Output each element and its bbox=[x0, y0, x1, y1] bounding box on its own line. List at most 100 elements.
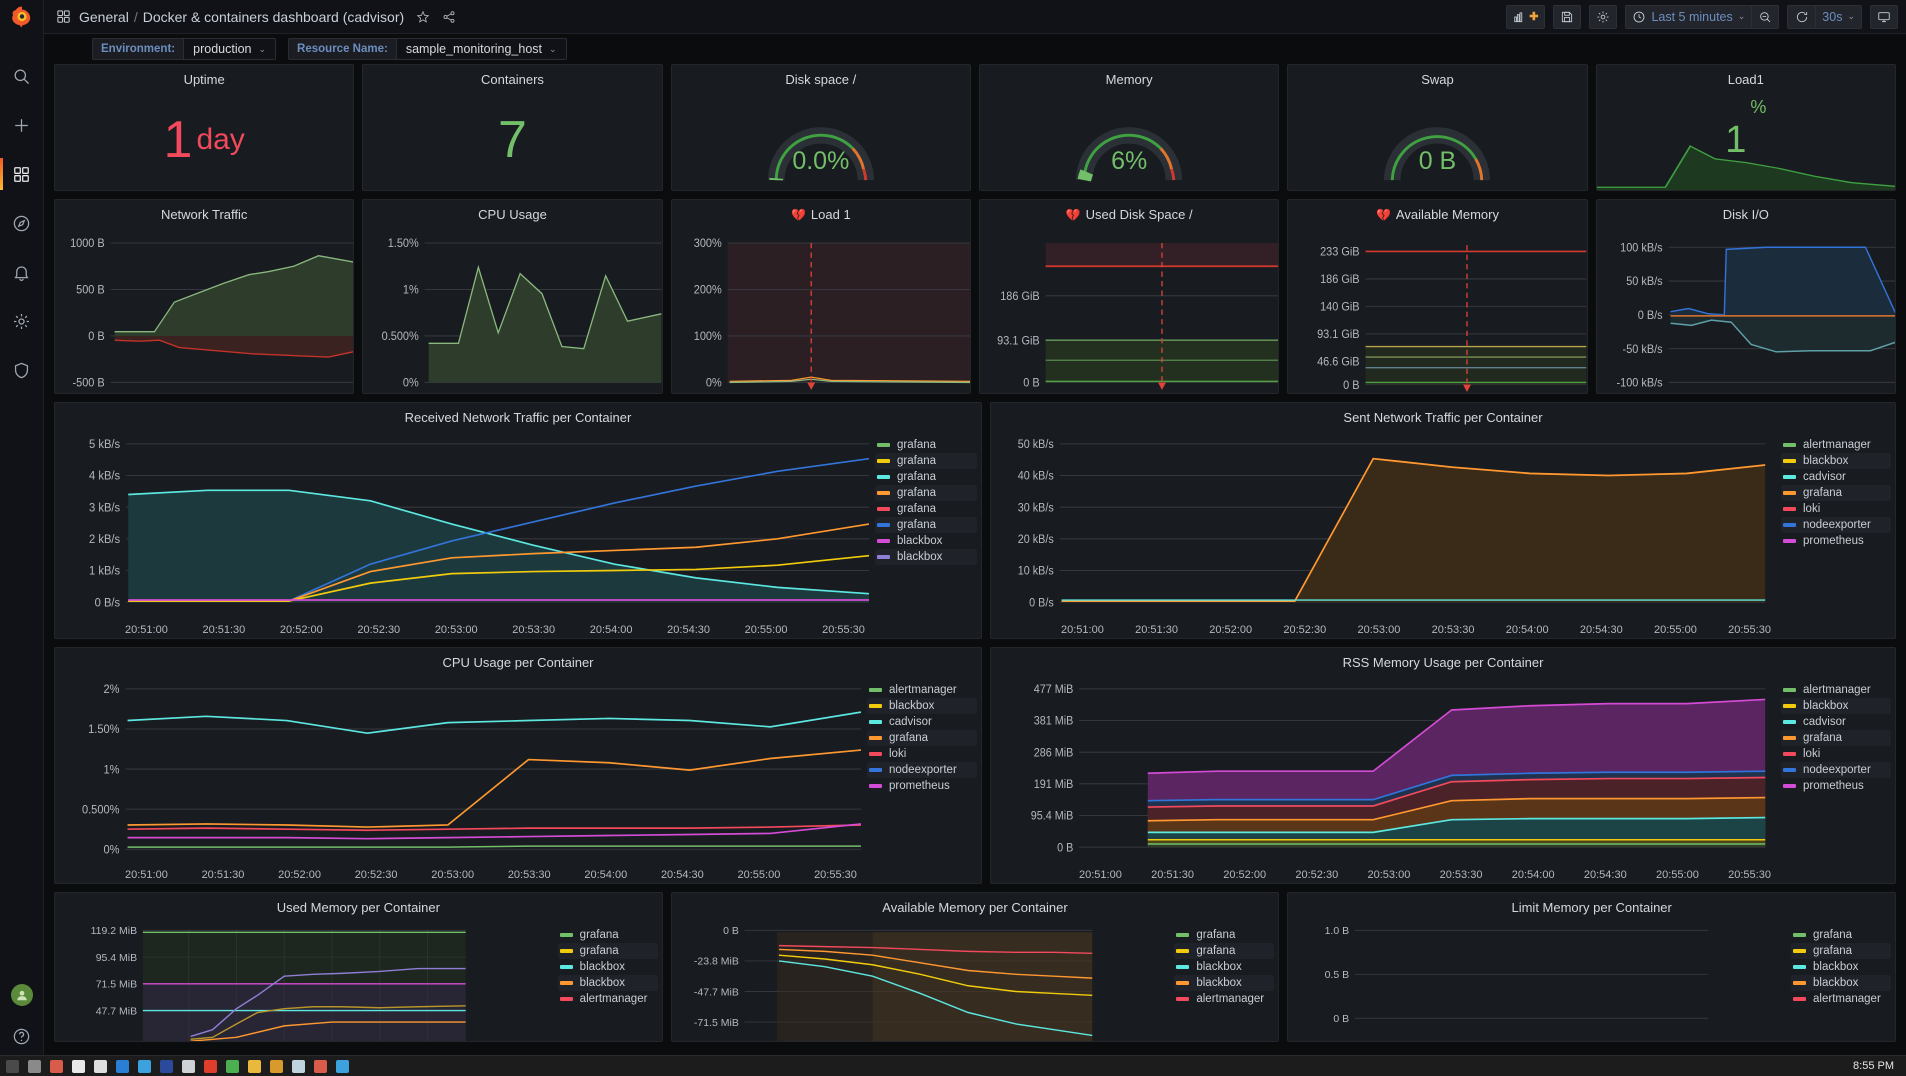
legend-item[interactable]: grafana bbox=[867, 730, 977, 746]
taskbar-icon-app-3[interactable] bbox=[50, 1059, 63, 1073]
legend-item[interactable]: alertmanager bbox=[1781, 437, 1891, 453]
taskbar-icon-app-11[interactable] bbox=[226, 1059, 239, 1073]
page-title[interactable]: Docker & containers dashboard (cadvisor) bbox=[143, 9, 404, 25]
legend-item[interactable]: grafana bbox=[875, 469, 977, 485]
add-panel-button[interactable]: ✚ bbox=[1506, 4, 1546, 29]
legend-item[interactable]: grafana bbox=[557, 943, 658, 959]
legend-item[interactable]: blackbox bbox=[1174, 975, 1275, 991]
avatar[interactable] bbox=[10, 984, 33, 1006]
legend-item[interactable]: blackbox bbox=[1174, 959, 1274, 975]
panel-limit-memory-per-container[interactable]: Limit Memory per Container 1.0 B 0.5 B 0… bbox=[1287, 892, 1897, 1042]
panel-uptime[interactable]: Uptime 1 day bbox=[54, 64, 355, 191]
panel-load1[interactable]: Load1 1 % bbox=[1595, 64, 1896, 191]
taskbar-icon-app-1[interactable] bbox=[6, 1059, 19, 1073]
legend-item[interactable]: grafana bbox=[1174, 927, 1274, 943]
panel-sent-network-traffic-per-container[interactable]: Sent Network Traffic per Container 50 kB… bbox=[990, 402, 1896, 639]
taskbar-icon-app-9[interactable] bbox=[182, 1059, 195, 1073]
legend-item[interactable]: grafana bbox=[1174, 943, 1275, 959]
legend-item[interactable]: prometheus bbox=[1781, 533, 1891, 549]
taskbar-icon-app-7[interactable] bbox=[138, 1059, 151, 1073]
variable-resource-name-select[interactable]: sample_monitoring_host ⌄ bbox=[395, 38, 567, 60]
panel-received-network-traffic-per-container[interactable]: Received Network Traffic per Container 5… bbox=[54, 402, 982, 639]
breadcrumb-folder[interactable]: General bbox=[79, 9, 129, 25]
legend-item[interactable]: grafana bbox=[1781, 485, 1891, 501]
legend-item[interactable]: cadvisor bbox=[867, 714, 977, 730]
panel-available-memory-per-container[interactable]: Available Memory per Container 0 B -23.8… bbox=[670, 892, 1280, 1042]
legend-item[interactable]: prometheus bbox=[1781, 778, 1891, 794]
legend-item[interactable]: grafana bbox=[875, 517, 977, 533]
sidebar-item-configuration[interactable] bbox=[0, 307, 44, 335]
taskbar-icon-app-10[interactable] bbox=[204, 1059, 217, 1073]
kiosk-mode-button[interactable] bbox=[1870, 4, 1898, 29]
share-icon[interactable] bbox=[442, 10, 456, 24]
legend-item[interactable]: blackbox bbox=[1791, 975, 1892, 991]
panel-rss-memory-usage-per-container[interactable]: RSS Memory Usage per Container 477 MiB 3… bbox=[990, 647, 1896, 884]
panel-swap[interactable]: Swap 0 B bbox=[1287, 64, 1588, 191]
panel-load-1-alert[interactable]: 💔 Load 1 300% 200% 100% 0% bbox=[670, 199, 971, 394]
legend-item[interactable]: grafana bbox=[875, 453, 977, 469]
legend-item[interactable]: alertmanager bbox=[1781, 682, 1891, 698]
legend-item[interactable]: grafana bbox=[558, 927, 658, 943]
legend-item[interactable]: blackbox bbox=[1781, 453, 1891, 469]
panel-disk-space-root[interactable]: Disk space / 0.0% bbox=[670, 64, 971, 191]
panel-available-memory-alert[interactable]: 💔 Available Memory 233 GiB 186 GiB 140 G… bbox=[1287, 199, 1588, 394]
legend-item[interactable]: blackbox bbox=[1781, 698, 1891, 714]
legend-item[interactable]: cadvisor bbox=[1781, 714, 1891, 730]
legend-item[interactable]: grafana bbox=[1791, 943, 1892, 959]
taskbar-icon-app-15[interactable] bbox=[314, 1059, 327, 1073]
panel-network-traffic[interactable]: Network Traffic 1000 B 500 B 0 B -500 B bbox=[54, 199, 355, 394]
panel-cpu-usage[interactable]: CPU Usage 1.50% 1% 0.500% 0% bbox=[362, 199, 663, 394]
panel-containers[interactable]: Containers 7 bbox=[362, 64, 663, 191]
legend-item[interactable]: nodeexporter bbox=[1781, 762, 1891, 778]
panel-memory[interactable]: Memory 6% bbox=[978, 64, 1280, 191]
legend-item[interactable]: grafana bbox=[875, 501, 977, 517]
sidebar-item-explore[interactable] bbox=[0, 209, 44, 237]
taskbar-icon-app-5[interactable] bbox=[94, 1059, 107, 1073]
zoom-out-time-button[interactable] bbox=[1751, 4, 1780, 29]
sidebar-item-create[interactable] bbox=[0, 111, 44, 139]
taskbar-icon-app-6[interactable] bbox=[116, 1059, 129, 1073]
legend-item[interactable]: grafana bbox=[1781, 730, 1891, 746]
legend-item[interactable]: nodeexporter bbox=[1781, 517, 1891, 533]
taskbar-icon-app-2[interactable] bbox=[28, 1059, 41, 1073]
star-icon[interactable] bbox=[416, 10, 430, 24]
taskbar-icon-app-12[interactable] bbox=[248, 1059, 261, 1073]
legend-item[interactable]: grafana bbox=[875, 485, 977, 501]
sidebar-item-dashboards[interactable] bbox=[0, 158, 44, 190]
legend-item[interactable]: blackbox bbox=[1791, 959, 1891, 975]
taskbar-icon-app-13[interactable] bbox=[270, 1059, 283, 1073]
refresh-button[interactable] bbox=[1787, 4, 1816, 29]
sidebar-item-search[interactable] bbox=[0, 62, 44, 90]
panel-cpu-usage-per-container[interactable]: CPU Usage per Container 2% 1.50% 1% 0.50… bbox=[54, 647, 982, 884]
taskbar-icon-app-14[interactable] bbox=[292, 1059, 305, 1073]
dashboard-settings-button[interactable] bbox=[1589, 4, 1618, 29]
legend-item[interactable]: blackbox bbox=[875, 549, 977, 565]
taskbar-icon-app-16[interactable] bbox=[336, 1059, 349, 1073]
legend-item[interactable]: alertmanager bbox=[1791, 991, 1891, 1007]
panel-disk-io[interactable]: Disk I/O 100 kB/s 50 kB/s 0 B/s -50 kB/s… bbox=[1595, 199, 1896, 394]
taskbar-icon-app-8[interactable] bbox=[160, 1059, 173, 1073]
legend-item[interactable]: blackbox bbox=[875, 533, 977, 549]
legend-item[interactable]: loki bbox=[1781, 746, 1891, 762]
legend-item[interactable]: blackbox bbox=[557, 975, 658, 991]
variable-environment-select[interactable]: production ⌄ bbox=[183, 38, 277, 60]
taskbar-icon-app-4[interactable] bbox=[72, 1059, 85, 1073]
legend-item[interactable]: cadvisor bbox=[1781, 469, 1891, 485]
legend-item[interactable]: grafana bbox=[875, 437, 977, 453]
legend-item[interactable]: blackbox bbox=[867, 698, 977, 714]
save-dashboard-button[interactable] bbox=[1553, 4, 1582, 29]
legend-item[interactable]: blackbox bbox=[558, 959, 658, 975]
panel-used-disk-space-alert[interactable]: 💔 Used Disk Space / 186 GiB 93.1 GiB 0 B bbox=[978, 199, 1280, 394]
legend-item[interactable]: prometheus bbox=[867, 778, 977, 794]
legend-item[interactable]: alertmanager bbox=[867, 682, 977, 698]
taskbar-clock[interactable]: 8:55 PM bbox=[1853, 1060, 1900, 1072]
panel-used-memory-per-container[interactable]: Used Memory per Container 119.2 MiB 95.4… bbox=[54, 892, 663, 1042]
sidebar-item-help[interactable] bbox=[0, 1022, 44, 1050]
time-range-picker[interactable]: Last 5 minutes ⌄ bbox=[1625, 4, 1752, 29]
refresh-interval-picker[interactable]: 30s ⌄ bbox=[1815, 4, 1862, 29]
grafana-logo[interactable] bbox=[0, 0, 44, 34]
legend-item[interactable]: loki bbox=[1781, 501, 1891, 517]
sidebar-item-alerting[interactable] bbox=[0, 258, 44, 286]
legend-item[interactable]: alertmanager bbox=[558, 991, 658, 1007]
legend-item[interactable]: alertmanager bbox=[1174, 991, 1274, 1007]
